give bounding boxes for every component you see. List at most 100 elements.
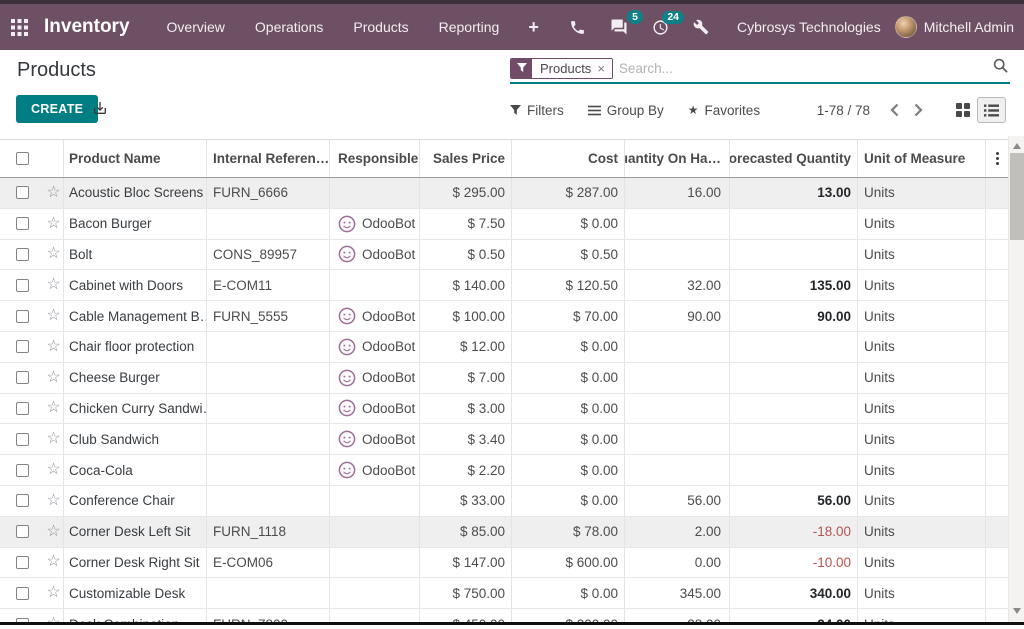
facet-close-icon[interactable]: × <box>596 59 612 78</box>
groupby-button[interactable]: Group By <box>588 103 664 118</box>
table-row[interactable]: ☆ Desk Combination FURN_7800 $ 450.00 $ … <box>0 609 1008 622</box>
table-row[interactable]: ☆ Cheese Burger OdooBot $ 7.00 $ 0.00 Un… <box>0 363 1008 394</box>
favorite-star-icon[interactable]: ☆ <box>46 185 60 201</box>
table-row[interactable]: ☆ Cabinet with Doors E-COM11 $ 140.00 $ … <box>0 270 1008 301</box>
search-bar: Products × <box>510 57 1010 84</box>
create-button[interactable]: CREATE <box>16 95 98 123</box>
column-header-forecasted-quantity[interactable]: Forecasted Quantity <box>730 140 858 177</box>
apps-grid-icon[interactable] <box>0 19 38 36</box>
column-header-cost[interactable]: Cost <box>512 140 625 177</box>
row-checkbox[interactable] <box>16 525 29 538</box>
cell-product-name: Club Sandwich <box>64 424 207 454</box>
row-checkbox[interactable] <box>16 433 29 446</box>
list-view-icon[interactable] <box>977 97 1006 123</box>
scroll-up-icon[interactable] <box>1009 138 1024 153</box>
favorite-star-icon[interactable]: ☆ <box>46 493 60 509</box>
scrollbar-thumb[interactable] <box>1010 153 1024 240</box>
column-header-sales-price[interactable]: Sales Price <box>420 140 512 177</box>
row-checkbox[interactable] <box>16 402 29 415</box>
table-row[interactable]: ☆ Conference Chair $ 33.00 $ 0.00 56.00 … <box>0 486 1008 517</box>
cell-quantity-on-hand: 16.00 <box>625 178 730 208</box>
download-icon[interactable] <box>92 100 108 121</box>
messages-icon[interactable]: 5 <box>598 8 640 46</box>
app-name[interactable]: Inventory <box>44 16 130 38</box>
row-checkbox[interactable] <box>16 310 29 323</box>
responsible-name: OdooBot <box>362 339 415 354</box>
favorites-button[interactable]: ★ Favorites <box>688 103 760 118</box>
table-row[interactable]: ☆ Chair floor protection OdooBot $ 12.00… <box>0 332 1008 363</box>
cell-cost: $ 0.00 <box>512 424 625 454</box>
favorite-star-icon[interactable]: ☆ <box>46 246 60 262</box>
column-header-internal-referen[interactable]: Internal Referen… <box>207 140 330 177</box>
favorite-star-icon[interactable]: ☆ <box>46 554 60 570</box>
favorite-star-icon[interactable]: ☆ <box>46 462 60 478</box>
favorite-star-icon[interactable]: ☆ <box>46 308 60 324</box>
search-input[interactable] <box>613 61 993 76</box>
row-checkbox[interactable] <box>16 217 29 230</box>
cell-spacer <box>986 178 1008 208</box>
favorite-star-icon[interactable]: ☆ <box>46 216 60 232</box>
cell-quantity-on-hand <box>625 209 730 239</box>
nav-item-products[interactable]: Products <box>338 5 423 49</box>
column-header-responsible[interactable]: Responsible <box>330 140 420 177</box>
favorite-star-icon[interactable]: ☆ <box>46 431 60 447</box>
favorite-star-icon[interactable]: ☆ <box>46 370 60 386</box>
table-row[interactable]: ☆ Bacon Burger OdooBot $ 7.50 $ 0.00 Uni… <box>0 209 1008 240</box>
plus-icon[interactable]: + <box>514 7 553 48</box>
row-checkbox-cell <box>0 301 44 331</box>
row-checkbox[interactable] <box>16 279 29 292</box>
user-menu[interactable]: Mitchell Admin <box>895 16 1014 38</box>
row-checkbox-cell <box>0 517 44 547</box>
favorite-star-icon[interactable]: ☆ <box>46 339 60 355</box>
table-row[interactable]: ☆ Customizable Desk $ 750.00 $ 0.00 345.… <box>0 578 1008 609</box>
pager-previous-icon[interactable] <box>882 98 906 122</box>
row-checkbox[interactable] <box>16 556 29 569</box>
column-header-product-name[interactable]: Product Name <box>64 140 207 177</box>
view-switcher <box>948 97 1006 123</box>
column-header-quantity-on-ha[interactable]: Quantity On Ha… <box>625 140 730 177</box>
table-row[interactable]: ☆ Corner Desk Left Sit FURN_1118 $ 85.00… <box>0 517 1008 548</box>
favorite-star-icon[interactable]: ☆ <box>46 585 60 601</box>
table-row[interactable]: ☆ Corner Desk Right Sit E-COM06 $ 147.00… <box>0 548 1008 579</box>
row-checkbox[interactable] <box>16 587 29 600</box>
table-row[interactable]: ☆ Coca-Cola OdooBot $ 2.20 $ 0.00 Units <box>0 455 1008 486</box>
select-all-checkbox[interactable] <box>16 152 29 165</box>
cell-spacer <box>986 240 1008 270</box>
table-row[interactable]: ☆ Club Sandwich OdooBot $ 3.40 $ 0.00 Un… <box>0 424 1008 455</box>
favorite-star-icon[interactable]: ☆ <box>46 524 60 540</box>
cell-sales-price: $ 100.00 <box>420 301 512 331</box>
row-checkbox[interactable] <box>16 371 29 384</box>
table-row[interactable]: ☆ Acoustic Bloc Screens FURN_6666 $ 295.… <box>0 178 1008 209</box>
row-star-cell: ☆ <box>44 301 64 331</box>
nav-item-reporting[interactable]: Reporting <box>424 5 515 49</box>
favorite-star-icon[interactable]: ☆ <box>46 400 60 416</box>
column-header-unit-of-measure[interactable]: Unit of Measure <box>858 140 986 177</box>
nav-item-operations[interactable]: Operations <box>240 5 338 49</box>
table-row[interactable]: ☆ Cable Management B… FURN_5555 OdooBot … <box>0 301 1008 332</box>
nav-item-overview[interactable]: Overview <box>152 5 240 49</box>
optional-columns-icon[interactable] <box>992 148 1003 169</box>
row-star-cell: ☆ <box>44 548 64 578</box>
row-checkbox[interactable] <box>16 340 29 353</box>
table-row[interactable]: ☆ Bolt CONS_89957 OdooBot $ 0.50 $ 0.50 … <box>0 240 1008 271</box>
row-checkbox[interactable] <box>16 494 29 507</box>
cell-cost: $ 300.00 <box>512 609 625 622</box>
scroll-down-icon[interactable] <box>1009 603 1024 618</box>
filter-funnel-icon <box>511 59 532 78</box>
row-star-cell: ☆ <box>44 394 64 424</box>
row-star-cell: ☆ <box>44 363 64 393</box>
phone-icon[interactable] <box>557 9 598 46</box>
search-icon[interactable] <box>993 58 1010 78</box>
row-checkbox[interactable] <box>16 464 29 477</box>
company-menu[interactable]: Cybrosys Technologies <box>737 19 881 35</box>
filters-button[interactable]: Filters <box>510 103 564 118</box>
row-checkbox[interactable] <box>16 186 29 199</box>
cell-internal-reference <box>207 394 330 424</box>
table-row[interactable]: ☆ Chicken Curry Sandwi… OdooBot $ 3.00 $… <box>0 394 1008 425</box>
row-checkbox[interactable] <box>16 248 29 261</box>
tools-icon[interactable] <box>681 9 721 45</box>
activities-icon[interactable]: 24 <box>640 9 681 46</box>
pager-next-icon[interactable] <box>906 98 930 122</box>
kanban-view-icon[interactable] <box>948 97 977 123</box>
favorite-star-icon[interactable]: ☆ <box>46 277 60 293</box>
